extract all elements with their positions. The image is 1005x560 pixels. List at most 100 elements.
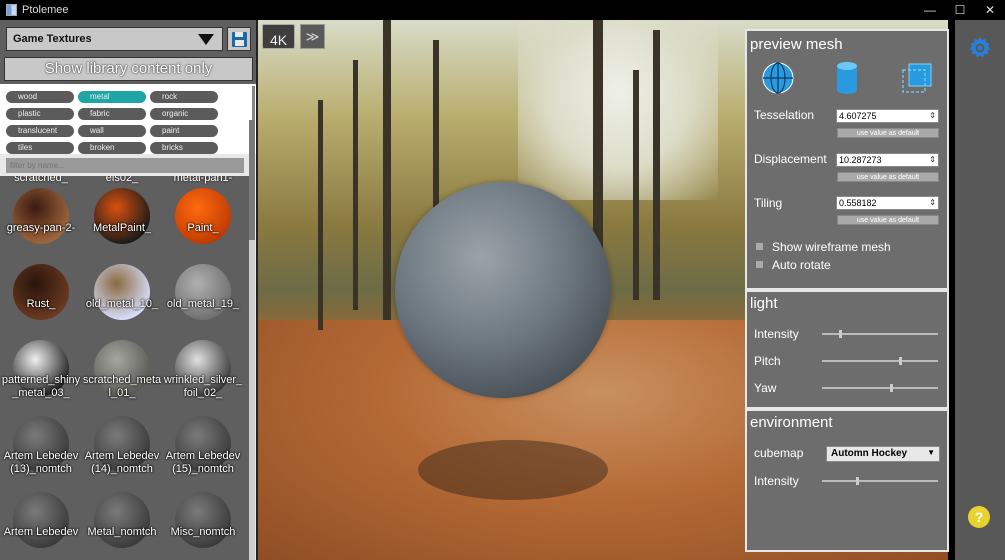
tag-tiles[interactable]: tiles — [6, 142, 74, 154]
tree-trunk — [383, 20, 391, 320]
slider-knob[interactable] — [838, 330, 842, 338]
tag-metal[interactable]: metal — [78, 91, 146, 103]
material-tile[interactable]: Paint_ — [163, 188, 243, 244]
light-intensity-slider[interactable] — [822, 330, 938, 338]
material-label: scratched_ — [14, 176, 68, 184]
checkbox-box[interactable] — [756, 243, 763, 250]
slider-knob[interactable] — [889, 384, 893, 392]
tree-trunk — [653, 30, 660, 300]
material-tile[interactable]: Artem Lebedev (15)_nomtch — [163, 416, 243, 476]
side-toolbar: ? — [955, 20, 1005, 560]
displacement-default-button[interactable]: use value as default — [837, 172, 939, 182]
tag-wood[interactable]: wood — [6, 91, 74, 103]
scrollbar-thumb[interactable] — [249, 120, 255, 240]
app-icon — [6, 4, 17, 16]
material-label: Paint_ — [187, 222, 219, 234]
material-label: Artem Lebedev — [3, 526, 79, 538]
tag-broken[interactable]: broken — [78, 142, 146, 154]
preview-sphere[interactable] — [395, 182, 611, 398]
material-tile[interactable]: Artem Lebedev (14)_nomtch — [82, 416, 162, 476]
material-tile[interactable]: old_metal_10_ — [82, 264, 162, 320]
tiling-input[interactable]: 0.558182 ⇕ — [836, 196, 939, 210]
tag-fabric[interactable]: fabric — [78, 108, 146, 120]
material-tile[interactable]: greasy-pan-2- — [1, 188, 81, 244]
material-label: MetalPaint_ — [92, 222, 152, 234]
material-thumbnail[interactable] — [94, 264, 150, 320]
gear-icon[interactable] — [968, 36, 992, 60]
auto-rotate-checkbox[interactable]: Auto rotate — [756, 258, 831, 272]
properties-panel: preview mesh Tesselation 4.607275 ⇕ use v… — [745, 29, 949, 552]
plane-icon[interactable] — [901, 62, 933, 94]
material-grid: scratched_ els02_ metal-pan1- greasy-pan-2-… — [0, 176, 250, 560]
tag-plastic[interactable]: plastic — [6, 108, 74, 120]
material-tile[interactable]: old_metal_19_ — [163, 264, 243, 320]
cubemap-label: cubemap — [754, 446, 804, 460]
minimize-button[interactable]: — — [915, 0, 945, 20]
tag-rock[interactable]: rock — [150, 91, 218, 103]
filter-input[interactable] — [6, 158, 244, 173]
tesselation-input[interactable]: 4.607275 ⇕ — [836, 109, 939, 123]
spinner-icon[interactable]: ⇕ — [929, 154, 936, 166]
material-thumbnail[interactable] — [13, 492, 69, 548]
material-tile[interactable]: wrinkled_silver_foil_02_ — [163, 340, 243, 400]
material-thumbnail[interactable] — [94, 188, 150, 244]
material-label: Misc_nomtch — [170, 526, 236, 538]
tag-bricks[interactable]: bricks — [150, 142, 218, 154]
help-button[interactable]: ? — [968, 506, 990, 528]
slider-knob[interactable] — [855, 477, 859, 485]
tag-wall[interactable]: wall — [78, 125, 146, 137]
material-tile[interactable]: Metal_nomtch — [82, 492, 162, 548]
material-thumbnail[interactable] — [94, 492, 150, 548]
floppy-disk-icon — [232, 32, 247, 47]
yaw-slider[interactable] — [822, 384, 938, 392]
tesselation-value: 4.607275 — [839, 111, 877, 121]
material-thumbnail[interactable] — [175, 264, 231, 320]
material-tile[interactable]: Rust_ — [1, 264, 81, 320]
material-label: wrinkled_silver_foil_02_ — [163, 374, 243, 399]
globe-icon[interactable] — [761, 61, 795, 95]
displacement-input[interactable]: 10.287273 ⇕ — [836, 153, 939, 167]
maximize-button[interactable]: ☐ — [945, 0, 975, 20]
save-button[interactable] — [227, 27, 251, 51]
tag-paint[interactable]: paint — [150, 125, 218, 137]
material-label: Artem Lebedev (14)_nomtch — [84, 450, 160, 475]
material-thumbnail[interactable] — [13, 264, 69, 320]
tag-translucent[interactable]: translucent — [6, 125, 74, 137]
material-tile[interactable]: Artem Lebedev (13)_nomtch — [1, 416, 81, 476]
checkbox-box[interactable] — [756, 261, 763, 268]
library-select[interactable]: Game Textures — [6, 27, 223, 51]
material-thumbnail[interactable] — [175, 188, 231, 244]
pitch-slider[interactable] — [822, 357, 938, 365]
tree-trunk — [353, 60, 358, 310]
spinner-icon[interactable]: ⇕ — [929, 197, 936, 209]
cubemap-select[interactable]: Automn Hockey ▼ — [826, 446, 940, 462]
light-title: light — [750, 295, 778, 312]
material-tile[interactable]: patterned_shiny_metal_03_ — [1, 340, 81, 400]
material-tile[interactable]: Misc_nomtch — [163, 492, 243, 548]
yaw-label: Yaw — [754, 381, 777, 395]
close-button[interactable]: ✕ — [975, 0, 1005, 20]
material-thumbnail[interactable] — [13, 188, 69, 244]
material-tile[interactable]: scratched_metal_01_ — [82, 340, 162, 400]
4k-button[interactable]: 4K — [262, 24, 295, 49]
spinner-icon[interactable]: ⇕ — [929, 110, 936, 122]
material-label: old_metal_19_ — [166, 298, 240, 310]
show-library-content-button[interactable]: Show library content only — [4, 57, 253, 81]
material-thumbnail[interactable] — [175, 492, 231, 548]
tiling-default-button[interactable]: use value as default — [837, 215, 939, 225]
material-grid-scrollbar[interactable] — [249, 120, 255, 560]
material-label: Artem Lebedev (15)_nomtch — [165, 450, 241, 475]
cylinder-icon[interactable] — [835, 61, 859, 95]
material-tile[interactable]: Artem Lebedev — [1, 492, 81, 548]
material-label: Artem Lebedev (13)_nomtch — [3, 450, 79, 475]
wireframe-label: Show wireframe mesh — [772, 240, 891, 254]
environment-intensity-label: Intensity — [754, 474, 799, 488]
slider-knob[interactable] — [898, 357, 902, 365]
material-label: patterned_shiny_metal_03_ — [1, 374, 81, 399]
fast-forward-button[interactable]: ≫ — [300, 24, 325, 49]
tesselation-default-button[interactable]: use value as default — [837, 128, 939, 138]
environment-intensity-slider[interactable] — [822, 477, 938, 485]
tag-organic[interactable]: organic — [150, 108, 218, 120]
material-tile[interactable]: MetalPaint_ — [82, 188, 162, 244]
wireframe-checkbox[interactable]: Show wireframe mesh — [756, 240, 891, 254]
